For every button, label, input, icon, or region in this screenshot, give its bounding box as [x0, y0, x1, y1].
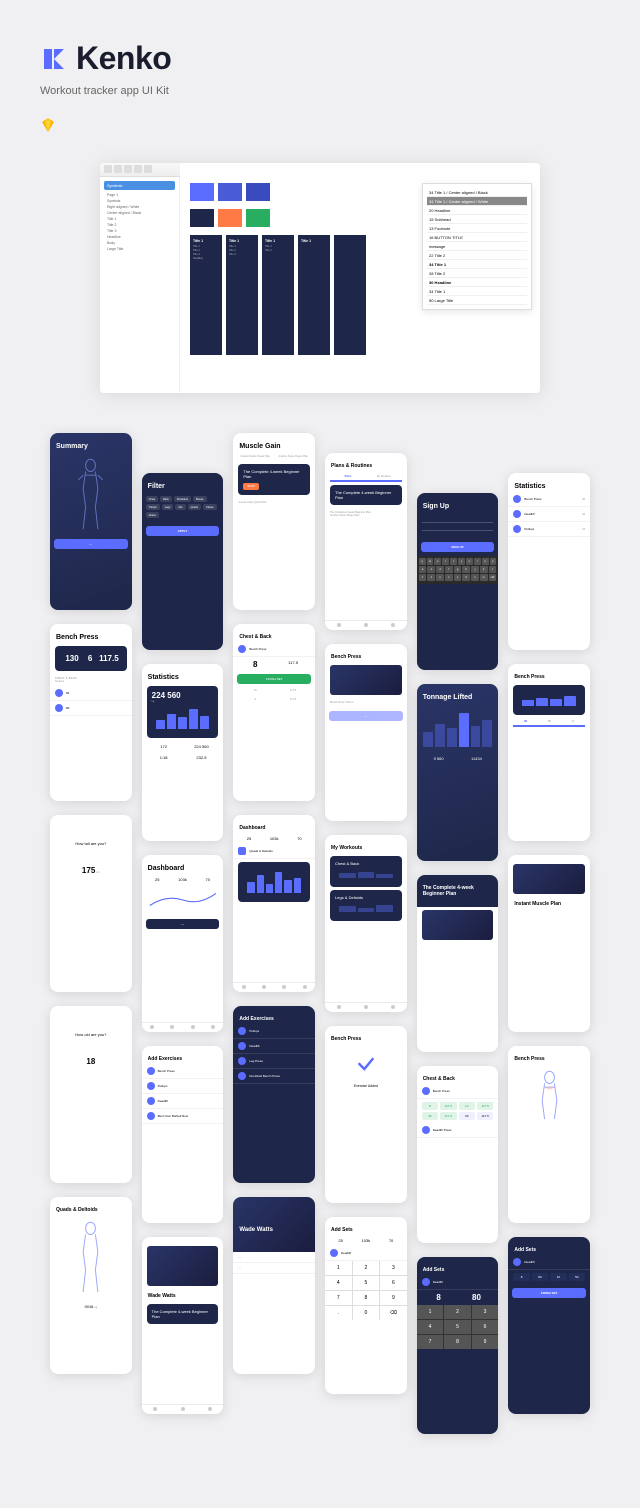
summary-button[interactable]: ···	[54, 539, 128, 549]
screen-plans: Plans & Routines PlansMy Routines The Co…	[325, 453, 407, 630]
screen-filter: Filter Chest Back Shoulders Biceps Trice…	[142, 473, 224, 650]
screen-bench-anatomy: Bench Press	[508, 1046, 590, 1223]
backspace-icon[interactable]: ⌫	[380, 1306, 407, 1320]
screen-age: How old are you? 18	[50, 1006, 132, 1183]
check-icon	[356, 1054, 376, 1074]
screen-wade-hero: Wade Watts ··· ···	[233, 1197, 315, 1374]
screen-plan-detail: The Complete 4-week Beginner Plan ···	[417, 875, 499, 1052]
finish-set-button[interactable]: FINISH SET	[237, 674, 311, 684]
screen-summary: Summary ···	[50, 433, 132, 610]
anatomy-icon	[66, 458, 115, 533]
screen-wade-profile: Wade Watts The Complete 4-week Beginner …	[142, 1237, 224, 1414]
brand-name: Kenko	[76, 40, 171, 77]
screen-chest-back-sets: Chest & Back Bench Press 8117.510117.525…	[417, 1066, 499, 1243]
sidebar-header: Symbols	[104, 181, 175, 190]
screen-muscle-gain: Muscle Gain Instant Muscle Power PlanAno…	[233, 433, 315, 610]
screens-grid: Summary ··· Bench Press 1306117.5 Chest …	[40, 433, 600, 1434]
screen-dashboard-dark: Dashboard 25103k70 Quads & Deltoids	[233, 815, 315, 992]
signup-button[interactable]: SIGN UP	[421, 542, 495, 552]
brand-header: Kenko	[40, 40, 600, 77]
sketch-window: Symbols Page 1 Symbols Right aligned / W…	[100, 163, 540, 393]
anatomy-icon	[66, 1221, 115, 1296]
sketch-layer-sidebar[interactable]: Symbols Page 1 Symbols Right aligned / W…	[100, 163, 180, 393]
screen-dashboard-light: Dashboard 25103k70 ···	[142, 855, 224, 1032]
screen-statistics-list: Statistics Bench Press45 Deadlift32 Pull…	[508, 473, 590, 650]
screen-add-sets-dark2: Add Sets Deadlift 8801050 FINISH SET	[508, 1237, 590, 1414]
screen-chest-back: Chest & Back Bench Press 8117.5 FINISH S…	[233, 624, 315, 801]
sketch-app-icon	[40, 117, 56, 133]
screen-bench-tabs: Bench Press 1M3M1Y	[508, 664, 590, 841]
screen-add-sets-dark: Add Sets Deadlift 880 123 456 789	[417, 1257, 499, 1434]
logo-icon	[40, 45, 68, 73]
screen-add-sets-keypad: Add Sets 25103k70 Deadlift 123 456 789 .…	[325, 1217, 407, 1394]
screen-add-exercises-dark: Add Exercises Pullups Deadlift Leg Press…	[233, 1006, 315, 1183]
video-thumbnail[interactable]	[330, 665, 402, 695]
screen-tonnage: Tonnage Lifted 9 56011434	[417, 684, 499, 861]
screen-quads: Quads & Deltoids 9016 kg	[50, 1197, 132, 1374]
screen-my-workouts: My Workouts Chest & Back Legs & Deltoids	[325, 835, 407, 1012]
screen-add-exercises-light: Add Exercises Bench Press Pullups Deadli…	[142, 1046, 224, 1223]
screen-statistics: Statistics 224 560kg 172224 560 1:18232.…	[142, 664, 224, 841]
screen-exercise-added: Bench Press Exercise Added	[325, 1026, 407, 1203]
screen-bench-press: Bench Press 1306117.5 Chest & BackSeries…	[50, 624, 132, 801]
brand-subtitle: Workout tracker app UI Kit	[40, 85, 600, 97]
screen-height: How tall are you? 175 cm	[50, 815, 132, 992]
start-button[interactable]: START	[243, 483, 259, 490]
anatomy-icon	[525, 1070, 574, 1145]
screen-bench-video: Bench Press Bench Press: How to ···	[325, 644, 407, 821]
screen-instant-plan: Instant Muscle Plan ···	[508, 855, 590, 1032]
sketch-inspector-panel[interactable]: 34 Title 1 / Center aligned / Black 34 T…	[422, 183, 532, 310]
apply-button[interactable]: APPLY	[146, 526, 220, 536]
screen-signup: Sign Up SIGN UP qwertyuiop asdfghjkl ⇧zx…	[417, 493, 499, 670]
